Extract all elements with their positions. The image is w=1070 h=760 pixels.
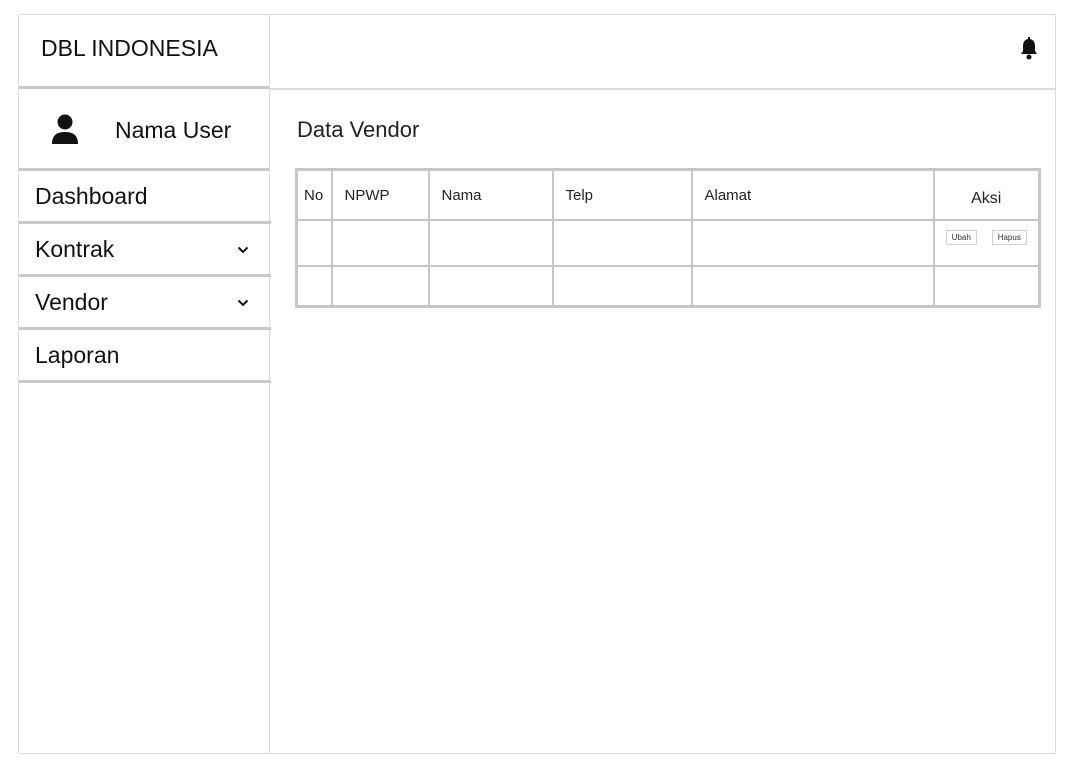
cell-no [295,265,333,308]
vendor-table: No NPWP Nama Telp Alamat Aksi Ubah Hapus [295,168,1041,308]
sidebar-item-dashboard[interactable]: Dashboard [19,171,271,224]
page-title: Data Vendor [297,117,420,142]
sidebar-item-kontrak[interactable]: Kontrak [19,224,271,277]
sidebar-item-laporan[interactable]: Laporan [19,330,271,383]
cell-npwp [330,265,430,308]
sidebar-item-label: Vendor [35,289,108,315]
edit-button[interactable]: Ubah [945,230,977,245]
cell-nama [427,219,554,267]
user-name: Nama User [115,117,232,143]
table-header-row: No NPWP Nama Telp Alamat Aksi [295,168,1041,221]
sidebar-item-label: Dashboard [35,183,148,209]
sidebar-item-vendor[interactable]: Vendor [19,277,271,330]
sidebar-item-label: Laporan [35,342,120,368]
delete-button[interactable]: Hapus [991,230,1027,245]
cell-aksi: Ubah Hapus [932,219,1041,267]
cell-npwp [330,219,430,267]
chevron-down-icon [237,246,249,254]
brand-name: DBL INDONESIA [41,35,218,61]
bell-icon[interactable] [1019,37,1039,61]
chevron-down-icon [237,299,249,307]
user-panel[interactable]: Nama User [19,89,269,171]
cell-telp [551,265,693,308]
cell-aksi [932,265,1041,308]
user-icon [52,114,78,144]
cell-no [295,219,333,267]
column-header-telp: Telp [551,168,693,221]
sidebar-nav: Dashboard Kontrak Vendor Laporan [19,171,271,383]
table-row [295,265,1041,308]
column-header-no: No [295,168,333,221]
cell-telp [551,219,693,267]
top-bar [270,15,1055,90]
sidebar-item-label: Kontrak [35,236,115,262]
sidebar: DBL INDONESIA Nama User Dashboard Kontra… [19,15,271,753]
column-header-nama: Nama [427,168,554,221]
column-header-alamat: Alamat [690,168,935,221]
app-frame: DBL INDONESIA Nama User Dashboard Kontra… [18,14,1056,754]
cell-nama [427,265,554,308]
brand-header: DBL INDONESIA [19,15,269,89]
column-header-npwp: NPWP [330,168,430,221]
cell-alamat [690,265,935,308]
table-row: Ubah Hapus [295,219,1041,267]
column-header-aksi: Aksi [932,168,1041,221]
cell-alamat [690,219,935,267]
